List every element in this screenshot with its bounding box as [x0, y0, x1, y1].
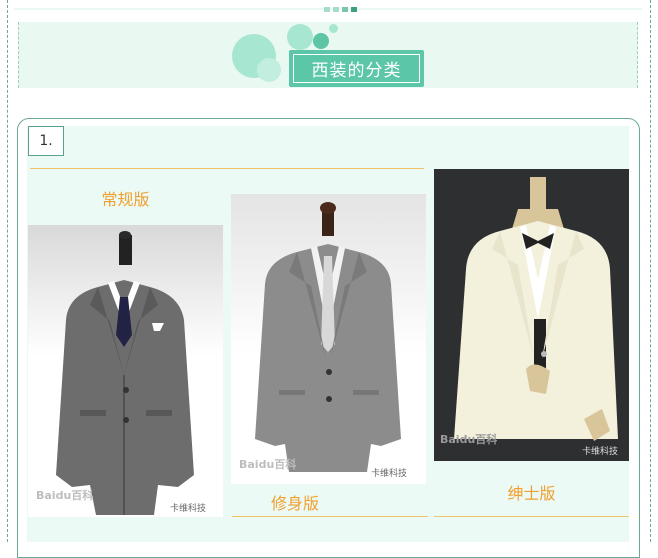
- section-number-badge: 1.: [28, 126, 64, 156]
- baidu-watermark: Baidu百科: [239, 458, 297, 471]
- bubble-decoration: [257, 58, 281, 82]
- bottom-rule-tuxedo: [434, 516, 629, 517]
- label-tuxedo: 绅士版: [507, 484, 556, 503]
- top-rule: [30, 168, 424, 169]
- wechat-watermark: 卡维科技: [582, 447, 619, 457]
- suit-photo-slim: Baidu百科 卡维科技: [231, 194, 426, 484]
- wechat-watermark: 卡维科技: [371, 469, 408, 479]
- page-title: 西装的分类: [293, 54, 420, 83]
- baidu-watermark: Baidu百科: [440, 433, 498, 446]
- bottom-rule-slim: [232, 516, 428, 517]
- suit-photo-regular: Baidu百科 卡维科技: [28, 225, 223, 517]
- bubble-decoration: [329, 24, 338, 33]
- label-slim: 修身版: [270, 494, 319, 513]
- bubble-decoration: [313, 33, 329, 49]
- label-regular: 常规版: [101, 190, 150, 209]
- suit-photo-tuxedo: Baidu百科 卡维科技: [434, 169, 629, 461]
- section-title-box: 西装的分类: [289, 50, 424, 87]
- page-dash-left: [7, 0, 8, 542]
- bubble-decoration: [287, 24, 313, 50]
- wechat-watermark: 卡维科技: [170, 504, 207, 514]
- page-dash-right: [650, 0, 651, 542]
- baidu-watermark: Baidu百科: [36, 489, 94, 502]
- top-dots-decoration: [324, 7, 357, 12]
